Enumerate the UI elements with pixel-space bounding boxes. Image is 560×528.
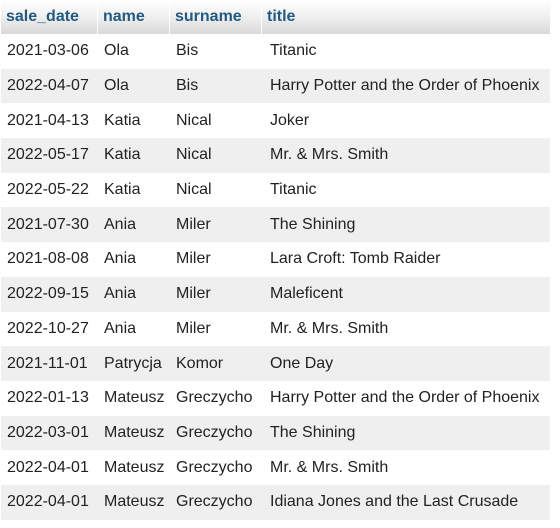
results-table: sale_date name surname title 2021-03-06 … [1, 0, 550, 520]
cell-title: The Shining [262, 415, 550, 451]
cell-surname: Miler [170, 207, 262, 243]
table-row: 2021-11-01 Patrycja Komor One Day [1, 346, 550, 381]
cell-name: Katia [98, 172, 170, 208]
cell-sale-date: 2022-03-01 [1, 415, 98, 451]
column-header-surname[interactable]: surname [170, 0, 262, 34]
cell-surname: Greczycho [170, 380, 262, 416]
cell-surname: Miler [170, 311, 262, 347]
table-body: 2021-03-06 Ola Bis Titanic 2022-04-07 Ol… [1, 34, 550, 520]
cell-sale-date: 2022-09-15 [1, 276, 98, 312]
cell-title: Idiana Jones and the Last Crusade [262, 484, 550, 520]
cell-surname: Miler [170, 276, 262, 312]
column-header-title[interactable]: title [262, 0, 550, 34]
column-header-name[interactable]: name [98, 0, 170, 34]
cell-name: Ania [98, 207, 170, 243]
cell-sale-date: 2022-04-01 [1, 450, 98, 485]
cell-name: Mateusz [98, 450, 170, 485]
cell-title: The Shining [262, 207, 550, 243]
cell-sale-date: 2021-08-08 [1, 242, 98, 277]
cell-sale-date: 2022-04-07 [1, 68, 98, 104]
table-row: 2022-05-22 Katia Nical Titanic [1, 172, 550, 208]
cell-title: Mr. & Mrs. Smith [262, 311, 550, 347]
cell-name: Katia [98, 103, 170, 139]
cell-surname: Nical [170, 172, 262, 208]
cell-surname: Miler [170, 242, 262, 277]
cell-sale-date: 2022-04-01 [1, 484, 98, 520]
cell-name: Ania [98, 242, 170, 277]
cell-name: Katia [98, 138, 170, 173]
cell-sale-date: 2022-05-22 [1, 172, 98, 208]
cell-name: Ola [98, 34, 170, 69]
cell-name: Mateusz [98, 484, 170, 520]
cell-title: One Day [262, 346, 550, 381]
cell-name: Ania [98, 276, 170, 312]
column-header-sale-date[interactable]: sale_date [1, 0, 98, 34]
cell-surname: Greczycho [170, 450, 262, 485]
cell-surname: Bis [170, 68, 262, 104]
cell-surname: Greczycho [170, 484, 262, 520]
cell-sale-date: 2021-07-30 [1, 207, 98, 243]
cell-name: Patrycja [98, 346, 170, 381]
header-row: sale_date name surname title [1, 0, 550, 34]
cell-title: Maleficent [262, 276, 550, 312]
cell-surname: Bis [170, 34, 262, 69]
cell-name: Ola [98, 68, 170, 104]
cell-name: Ania [98, 311, 170, 347]
cell-title: Lara Croft: Tomb Raider [262, 242, 550, 277]
cell-title: Mr. & Mrs. Smith [262, 138, 550, 173]
cell-sale-date: 2021-11-01 [1, 346, 98, 381]
cell-title: Titanic [262, 172, 550, 208]
cell-sale-date: 2022-05-17 [1, 138, 98, 173]
cell-sale-date: 2021-03-06 [1, 34, 98, 69]
table-row: 2022-05-17 Katia Nical Mr. & Mrs. Smith [1, 138, 550, 173]
cell-sale-date: 2022-10-27 [1, 311, 98, 347]
table-row: 2021-04-13 Katia Nical Joker [1, 103, 550, 139]
table-row: 2021-03-06 Ola Bis Titanic [1, 34, 550, 69]
table-row: 2022-03-01 Mateusz Greczycho The Shining [1, 415, 550, 451]
table-row: 2021-07-30 Ania Miler The Shining [1, 207, 550, 243]
cell-surname: Komor [170, 346, 262, 381]
cell-title: Titanic [262, 34, 550, 69]
cell-sale-date: 2022-01-13 [1, 380, 98, 416]
cell-surname: Nical [170, 103, 262, 139]
cell-name: Mateusz [98, 380, 170, 416]
cell-title: Joker [262, 103, 550, 139]
cell-sale-date: 2021-04-13 [1, 103, 98, 139]
cell-title: Harry Potter and the Order of Phoenix [262, 380, 550, 416]
table-row: 2022-01-13 Mateusz Greczycho Harry Potte… [1, 380, 550, 416]
table-row: 2022-09-15 Ania Miler Maleficent [1, 276, 550, 312]
cell-title: Harry Potter and the Order of Phoenix [262, 68, 550, 104]
query-results-grid: sale_date name surname title 2021-03-06 … [1, 0, 550, 520]
cell-surname: Greczycho [170, 415, 262, 451]
table-row: 2022-10-27 Ania Miler Mr. & Mrs. Smith [1, 311, 550, 347]
table-row: 2022-04-01 Mateusz Greczycho Idiana Jone… [1, 484, 550, 520]
table-row: 2021-08-08 Ania Miler Lara Croft: Tomb R… [1, 242, 550, 277]
table-row: 2022-04-07 Ola Bis Harry Potter and the … [1, 68, 550, 104]
cell-title: Mr. & Mrs. Smith [262, 450, 550, 485]
cell-name: Mateusz [98, 415, 170, 451]
cell-surname: Nical [170, 138, 262, 173]
table-row: 2022-04-01 Mateusz Greczycho Mr. & Mrs. … [1, 450, 550, 485]
